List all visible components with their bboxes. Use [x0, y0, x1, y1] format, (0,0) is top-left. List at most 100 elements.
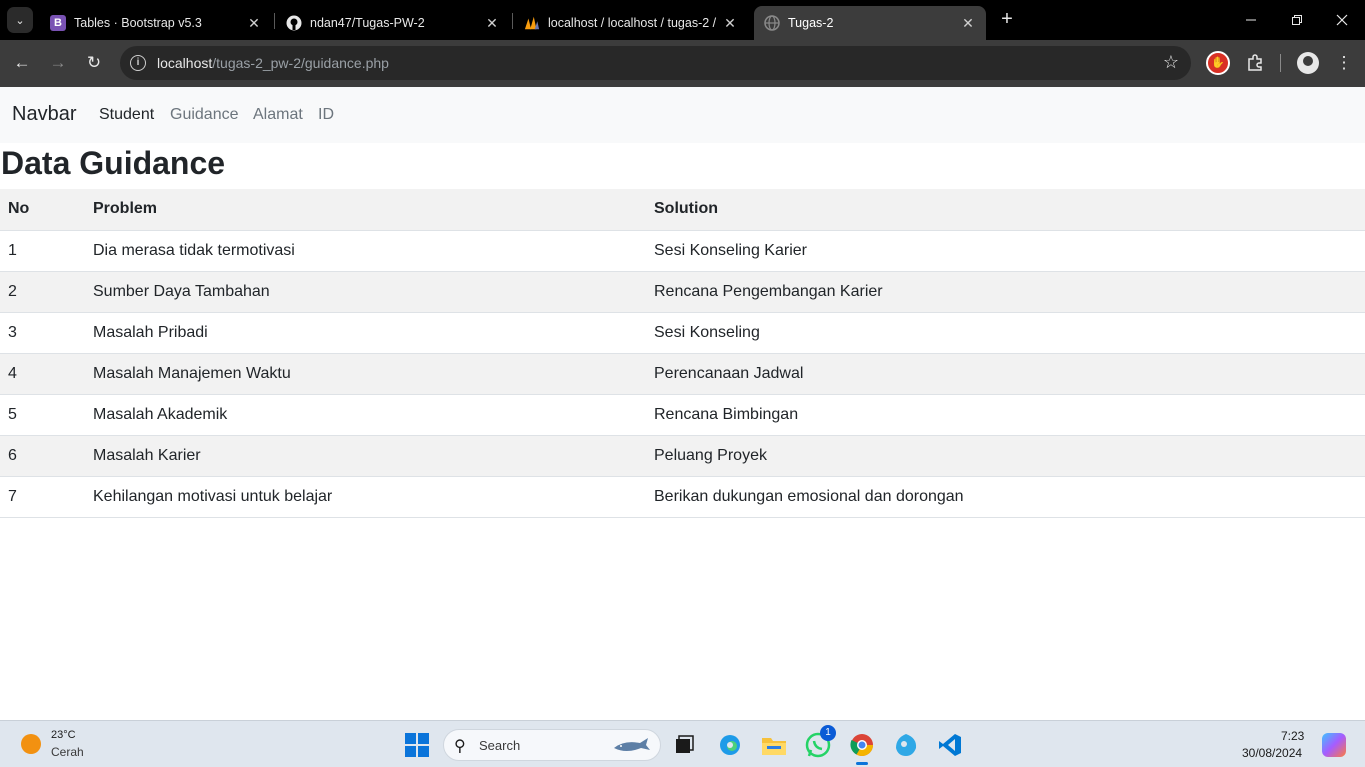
folder-icon	[762, 738, 786, 755]
forward-button[interactable]: →	[46, 51, 70, 75]
url-host: localhost	[157, 55, 213, 71]
back-button[interactable]: ←	[10, 51, 34, 75]
nav-link-id[interactable]: ID	[318, 106, 334, 124]
cell-problem: Masalah Manajemen Waktu	[85, 353, 646, 395]
address-bar[interactable]: i localhost/tugas-2_pw-2/guidance.php ☆	[120, 46, 1191, 80]
close-icon[interactable]: ✕	[722, 15, 738, 32]
table-row: 7 Kehilangan motivasi untuk belajar Beri…	[0, 476, 1365, 518]
cell-problem: Masalah Karier	[85, 435, 646, 477]
vscode-icon	[939, 734, 961, 756]
app-icon	[896, 734, 917, 756]
taskbar-chrome[interactable]	[848, 731, 876, 765]
cell-solution: Rencana Bimbingan	[646, 394, 1365, 436]
arrow-left-icon: ←	[13, 53, 31, 72]
web-page: Navbar Student Guidance Alamat ID Data G…	[0, 87, 1365, 720]
whale-shark-icon	[614, 738, 650, 751]
weather-temperature[interactable]: 23°C	[51, 729, 76, 741]
table-header-row: No Problem Solution	[0, 189, 1365, 231]
table-row: 3 Masalah Pribadi Sesi Konseling	[0, 312, 1365, 354]
tab-github[interactable]: ndan47/Tugas-PW-2 ✕	[276, 6, 510, 40]
taskbar-app-blue[interactable]	[892, 731, 920, 759]
cell-solution: Berikan dukungan emosional dan dorongan	[646, 476, 1365, 518]
close-icon[interactable]: ✕	[246, 15, 262, 32]
cell-solution: Sesi Konseling Karier	[646, 230, 1365, 272]
taskbar-edge[interactable]	[716, 731, 744, 759]
navbar-brand[interactable]: Navbar	[12, 103, 76, 126]
nav-link-alamat[interactable]: Alamat	[253, 106, 303, 124]
start-button[interactable]	[405, 733, 429, 757]
taskbar-date[interactable]: 30/08/2024	[1242, 746, 1302, 760]
cell-solution: Rencana Pengembangan Karier	[646, 271, 1365, 313]
column-header-no: No	[0, 189, 85, 231]
close-icon	[1336, 14, 1348, 26]
taskbar-search[interactable]: ⚲ Search	[443, 729, 661, 761]
cell-no: 1	[0, 230, 85, 272]
windows-logo-icon	[405, 733, 416, 744]
reload-button[interactable]: ↻	[82, 51, 106, 75]
minimize-icon	[1246, 19, 1256, 21]
tab-title: ndan47/Tugas-PW-2	[310, 16, 425, 30]
taskbar-whatsapp[interactable]: 1	[804, 725, 836, 759]
taskbar-time[interactable]: 7:23	[1281, 729, 1304, 743]
cell-problem: Sumber Daya Tambahan	[85, 271, 646, 313]
tab-separator	[274, 13, 275, 29]
cell-solution: Peluang Proyek	[646, 435, 1365, 477]
close-icon[interactable]: ✕	[484, 15, 500, 32]
cell-problem: Masalah Pribadi	[85, 312, 646, 354]
browser-toolbar: ← → ↻ i localhost/tugas-2_pw-2/guidance.…	[0, 40, 1365, 87]
cell-no: 6	[0, 435, 85, 477]
task-view-button[interactable]	[670, 731, 698, 759]
url-path: /tugas-2_pw-2/guidance.php	[212, 55, 389, 71]
chrome-icon	[850, 734, 873, 756]
close-window-button[interactable]	[1319, 0, 1365, 40]
nav-link-student[interactable]: Student	[99, 106, 154, 124]
taskbar-vscode[interactable]	[936, 731, 964, 759]
tab-phpmyadmin[interactable]: localhost / localhost / tugas-2 / ✕	[514, 6, 748, 40]
copilot-icon[interactable]	[1322, 733, 1346, 757]
tab-bootstrap[interactable]: B Tables · Bootstrap v5.3 ✕	[40, 6, 272, 40]
toolbar-divider	[1280, 54, 1281, 72]
cell-problem: Kehilangan motivasi untuk belajar	[85, 476, 646, 518]
extensions-button[interactable]	[1243, 51, 1267, 75]
github-icon	[286, 15, 302, 31]
tab-title: Tugas-2	[788, 16, 834, 30]
sun-weather-icon[interactable]	[21, 734, 41, 754]
tab-search-button[interactable]: ⌄	[7, 7, 33, 33]
plus-icon: +	[1001, 8, 1013, 30]
notification-badge: 1	[820, 725, 836, 741]
cell-problem: Masalah Akademik	[85, 394, 646, 436]
browser-menu-button[interactable]: ⋮	[1332, 51, 1356, 75]
close-icon[interactable]: ✕	[960, 15, 976, 32]
guidance-table: No Problem Solution 1 Dia merasa tidak t…	[0, 189, 1365, 518]
table-row: 6 Masalah Karier Peluang Proyek	[0, 435, 1365, 477]
site-info-icon[interactable]: i	[130, 55, 146, 71]
windows-logo-icon	[418, 733, 429, 744]
tab-tugas-2[interactable]: Tugas-2 ✕	[754, 6, 986, 40]
table-row: 4 Masalah Manajemen Waktu Perencanaan Ja…	[0, 353, 1365, 395]
profile-avatar[interactable]	[1297, 52, 1319, 74]
table-row: 5 Masalah Akademik Rencana Bimbingan	[0, 394, 1365, 436]
taskbar-search-placeholder: Search	[479, 738, 521, 753]
arrow-right-icon: →	[49, 53, 67, 72]
tab-title: Tables · Bootstrap v5.3	[74, 16, 202, 30]
url-text[interactable]: localhost/tugas-2_pw-2/guidance.php	[157, 55, 389, 71]
nav-link-guidance[interactable]: Guidance	[170, 106, 239, 124]
bookmark-star-icon[interactable]: ☆	[1163, 52, 1179, 73]
adblock-extension-icon[interactable]: ✋	[1206, 51, 1230, 75]
weather-condition[interactable]: Cerah	[51, 745, 84, 759]
restore-icon	[1292, 15, 1302, 25]
page-title: Data Guidance	[1, 145, 226, 181]
cell-solution: Sesi Konseling	[646, 312, 1365, 354]
taskbar-file-explorer[interactable]	[760, 731, 788, 759]
chevron-down-icon: ⌄	[15, 14, 25, 27]
puzzle-icon	[1248, 54, 1262, 71]
restore-button[interactable]	[1274, 0, 1320, 40]
new-tab-button[interactable]: +	[996, 8, 1018, 32]
globe-icon	[764, 15, 780, 31]
column-header-problem: Problem	[85, 189, 646, 231]
search-icon: ⚲	[454, 738, 466, 755]
windows-taskbar: 23°C Cerah ⚲ Search 1 7:23 30/08/2024	[0, 720, 1365, 767]
minimize-button[interactable]	[1228, 0, 1274, 40]
task-view-icon	[676, 735, 694, 753]
windows-logo-icon	[418, 746, 429, 757]
